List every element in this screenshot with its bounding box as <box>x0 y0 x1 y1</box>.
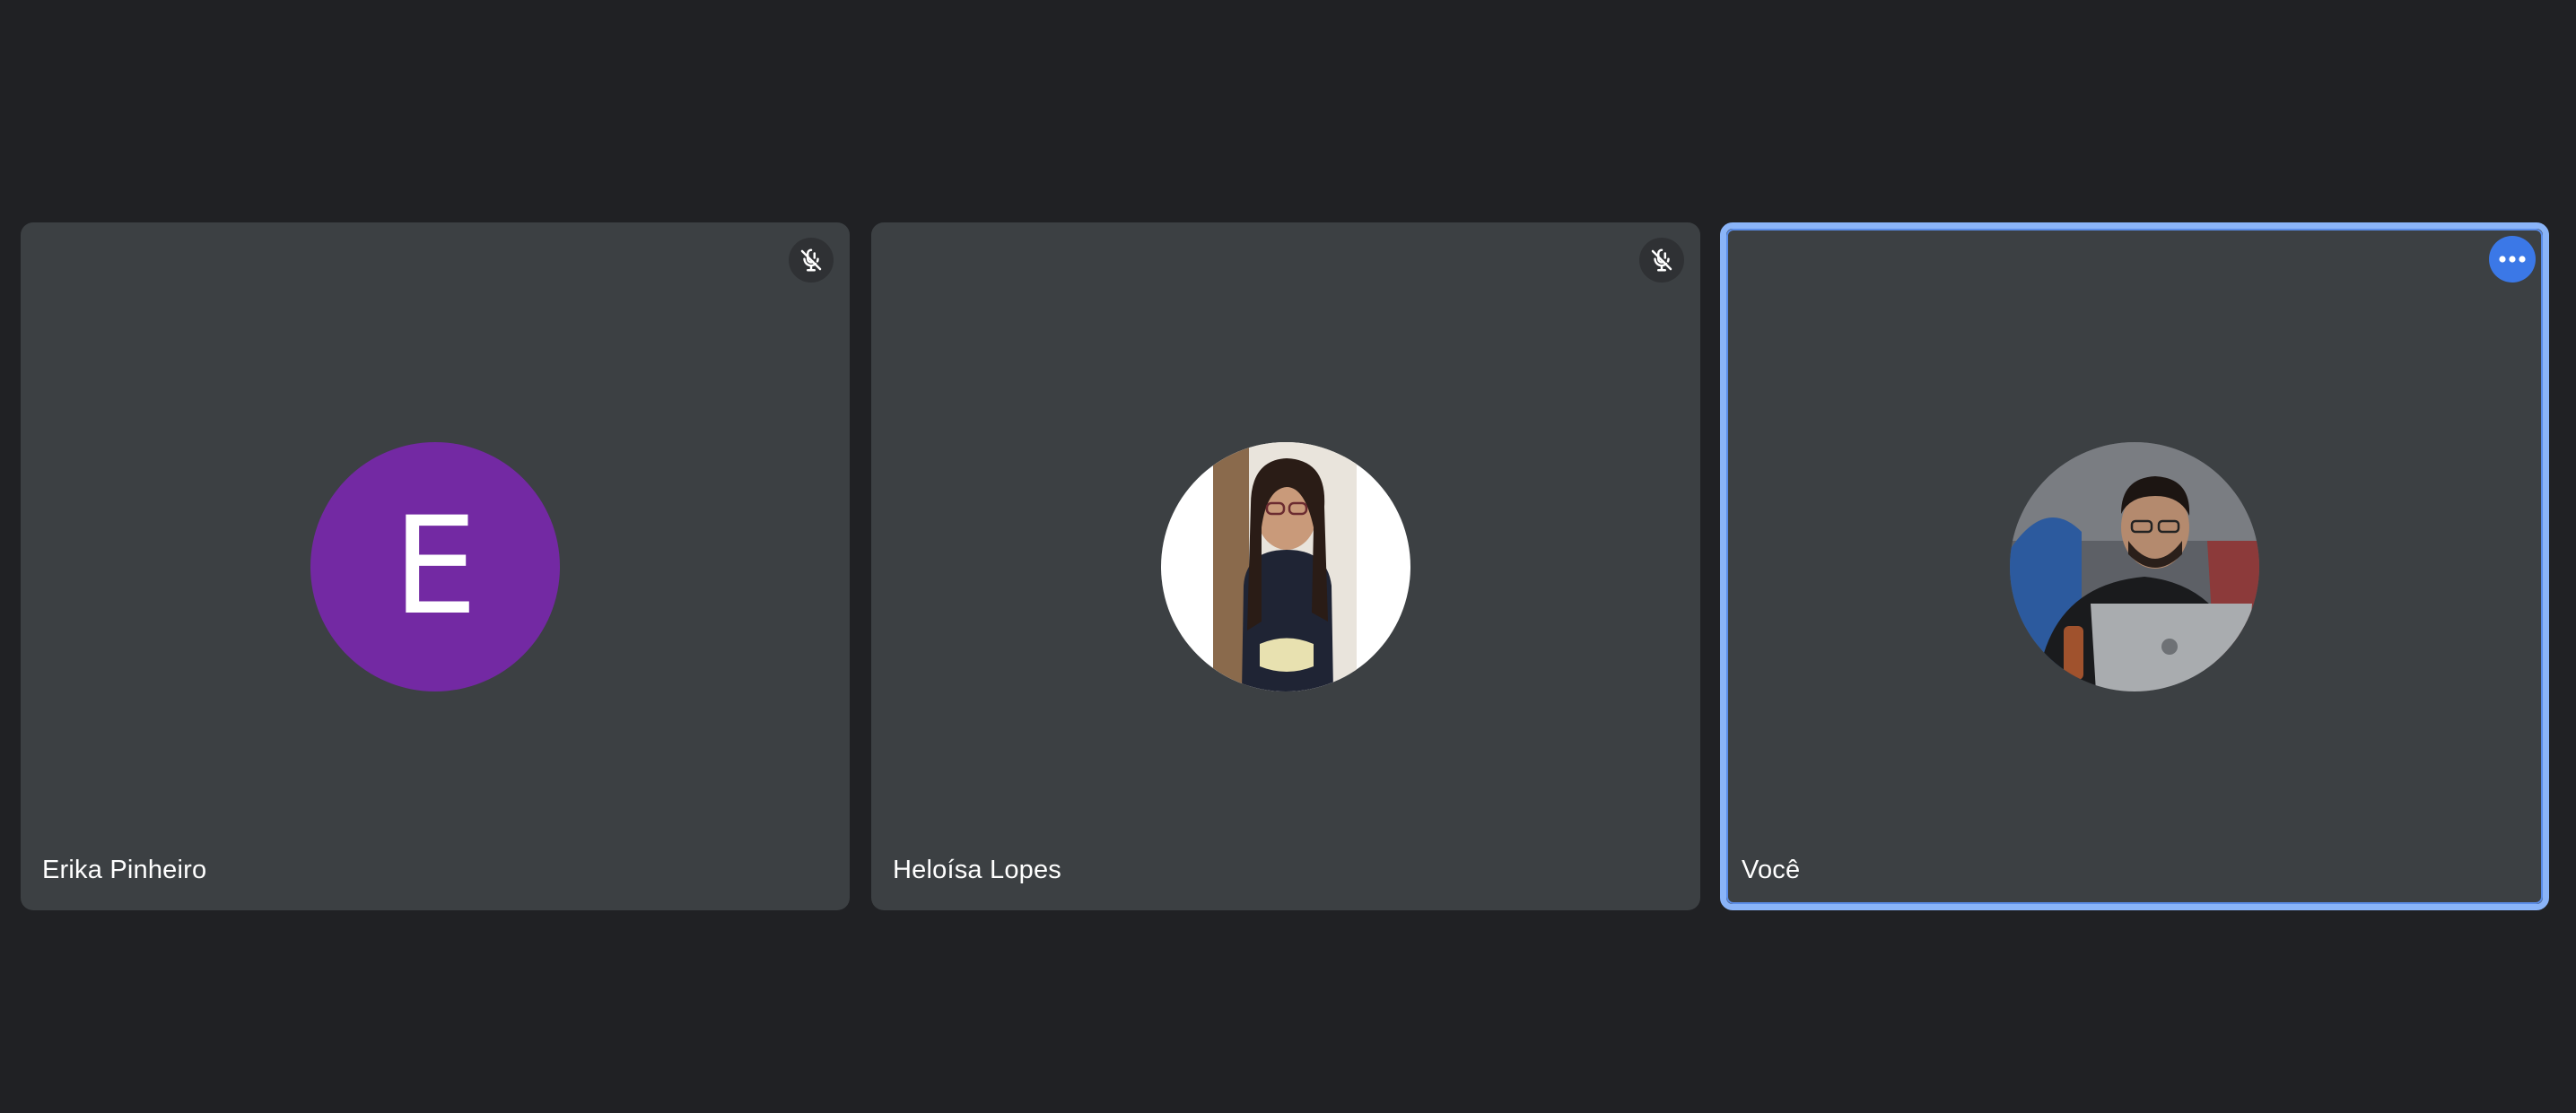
participant-tile-erika[interactable]: E Erika Pinheiro <box>21 222 850 910</box>
participant-name: Você <box>1742 856 1801 884</box>
participant-tile-heloisa[interactable]: Heloísa Lopes <box>871 222 1700 910</box>
avatar: E <box>310 441 560 691</box>
more-options-icon <box>2499 256 2526 263</box>
profile-photo <box>2010 441 2259 691</box>
profile-photo <box>1161 441 1410 691</box>
avatar-letter: E <box>392 488 478 645</box>
meeting-grid: E Erika Pinheiro Heloísa Lopes Você <box>0 0 2576 1113</box>
participant-name: Erika Pinheiro <box>42 856 207 884</box>
mic-off-icon <box>789 238 834 283</box>
avatar <box>2010 441 2259 691</box>
participant-tile-self[interactable]: Você <box>1720 222 2549 910</box>
participant-name: Heloísa Lopes <box>893 856 1061 884</box>
more-options-button[interactable] <box>2489 236 2536 283</box>
mic-off-icon <box>1639 238 1684 283</box>
avatar <box>1161 441 1410 691</box>
